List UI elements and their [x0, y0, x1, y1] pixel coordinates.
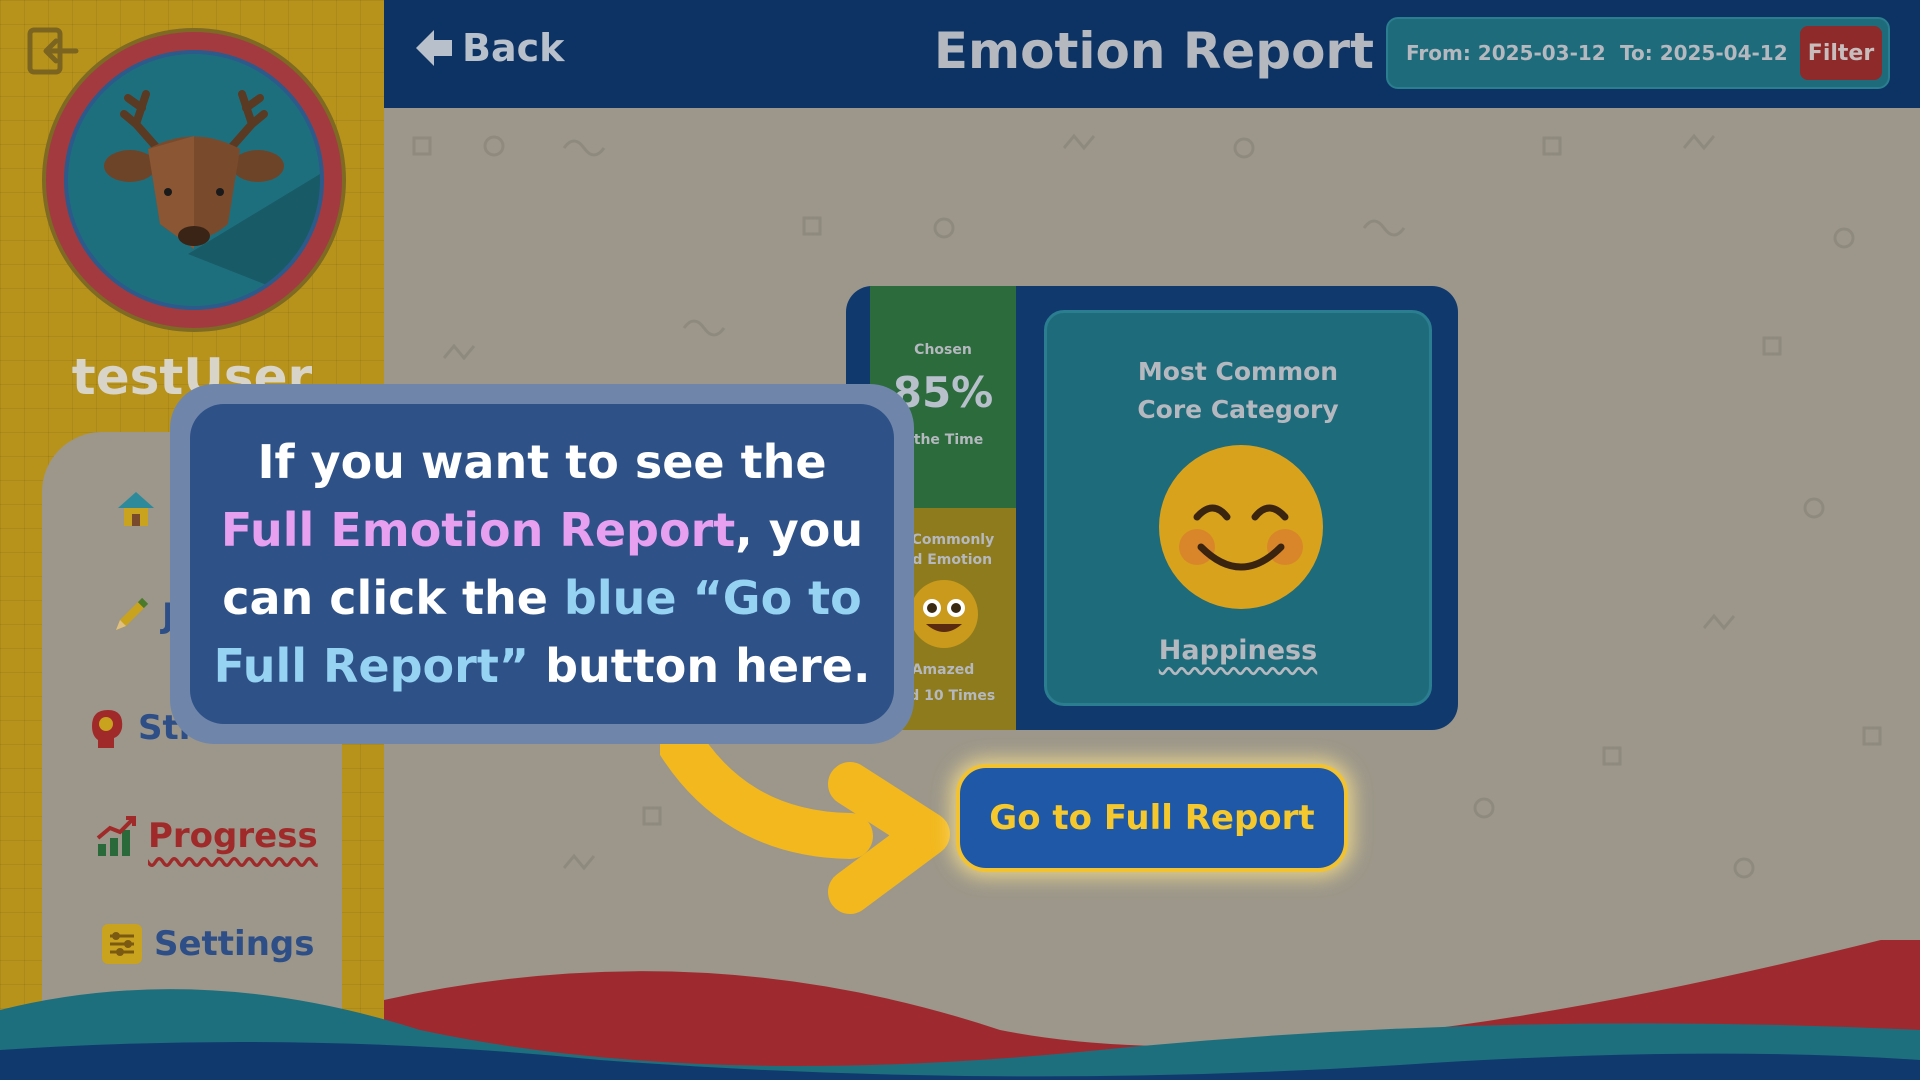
back-arrow-icon — [414, 28, 454, 68]
tutorial-tooltip: If you want to see the Full Emotion Repo… — [170, 384, 914, 744]
logout-icon[interactable] — [26, 26, 80, 76]
home-icon — [114, 486, 158, 530]
bottom-waves — [0, 940, 1920, 1080]
amazed-emoji-icon — [908, 578, 980, 650]
to-date[interactable]: To: 2025-04-12 — [1620, 41, 1788, 65]
core-category-name: Happiness — [1158, 635, 1318, 666]
page-title: Emotion Report — [933, 22, 1374, 80]
emotion-summary-card: Chosen 85% f the Time st Commonly ked Em… — [846, 286, 1458, 730]
avatar[interactable] — [46, 32, 342, 328]
chosen-label: Chosen — [914, 342, 972, 358]
pencil-icon — [108, 594, 152, 638]
head-icon — [84, 706, 128, 750]
sidebar-item-home[interactable] — [114, 486, 168, 530]
deer-icon — [104, 90, 320, 306]
go-to-full-report-button[interactable]: Go to Full Report — [956, 764, 1348, 872]
sidebar-item-journal[interactable]: J — [108, 594, 175, 638]
chart-icon — [94, 814, 138, 858]
from-date[interactable]: From: 2025-03-12 — [1406, 41, 1606, 65]
core-category-card: Most Common Core Category Happiness — [1044, 310, 1432, 706]
filter-button[interactable]: Filter — [1800, 26, 1882, 80]
sidebar-item-progress[interactable]: Progress — [94, 814, 318, 858]
date-filter: From: 2025-03-12 To: 2025-04-12 Filter — [1386, 17, 1890, 89]
top-bar: Back Emotion Report From: 2025-03-12 To:… — [384, 0, 1920, 108]
back-button[interactable]: Back — [414, 26, 564, 70]
core-category-title: Most Common Core Category — [1137, 357, 1339, 424]
pointer-arrow-icon — [660, 724, 950, 914]
happy-emoji-icon — [1157, 443, 1325, 611]
tooltip-text: If you want to see the Full Emotion Repo… — [213, 435, 871, 693]
tooltip-highlight-full-report: Full Emotion Report — [220, 503, 736, 557]
